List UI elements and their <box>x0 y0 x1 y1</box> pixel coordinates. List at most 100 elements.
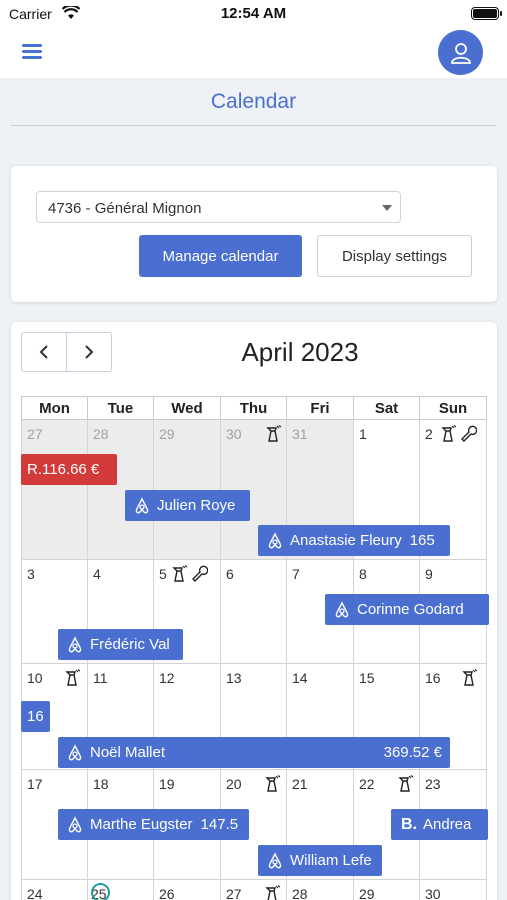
cell-task-icons <box>171 564 209 588</box>
event-amount: 369.52 € <box>383 744 442 761</box>
day-number: 14 <box>292 670 308 686</box>
cleaning-icon[interactable] <box>171 564 188 588</box>
calendar-grid: Mon Tue Wed Thu Fri Sat Sun 27 28 29 30 31 1 2 3 4 5 6 7 8 9… <box>21 396 489 900</box>
cleaning-icon[interactable] <box>64 668 81 692</box>
maintenance-icon[interactable] <box>190 564 209 588</box>
airbnb-icon <box>66 815 84 834</box>
day-number: 27 <box>27 426 43 442</box>
day-number: 22 <box>359 776 375 792</box>
day-number: 6 <box>226 566 234 582</box>
event-amount: 165 <box>409 532 435 549</box>
booking-event[interactable]: Frédéric Val <box>58 629 183 660</box>
cell-task-icons <box>265 424 282 448</box>
hamburger-menu-icon[interactable] <box>20 42 44 62</box>
booking-event[interactable]: William Lefe <box>258 845 382 876</box>
day-number: 4 <box>93 566 101 582</box>
day-number: 17 <box>27 776 43 792</box>
day-number: 28 <box>292 886 308 900</box>
weekday-header-sat: Sat <box>354 396 420 420</box>
day-number: 15 <box>359 670 375 686</box>
day-number: 24 <box>27 886 43 900</box>
cell-task-icons <box>64 668 81 692</box>
airbnb-icon <box>66 743 84 762</box>
display-settings-button[interactable]: Display settings <box>317 235 472 277</box>
booking-event[interactable]: Anastasie Fleury 165 <box>258 525 450 556</box>
day-number: 1 <box>359 426 367 442</box>
weekday-header-mon: Mon <box>21 396 88 420</box>
day-number: 18 <box>93 776 109 792</box>
day-number: 30 <box>425 886 441 900</box>
day-cell[interactable]: 28 <box>287 880 354 900</box>
chevron-left-icon <box>39 345 48 359</box>
day-number: 31 <box>292 426 308 442</box>
day-number: 7 <box>292 566 300 582</box>
day-cell[interactable]: 6 <box>221 560 287 664</box>
event-guest-name: R.116.66 € <box>27 461 100 478</box>
day-cell[interactable]: 24 <box>21 880 88 900</box>
today-indicator <box>91 883 110 900</box>
cleaning-icon[interactable] <box>264 774 281 798</box>
day-cell[interactable]: 29 <box>354 880 420 900</box>
prev-month-button[interactable] <box>21 332 67 372</box>
event-guest-name: William Lefe <box>290 852 372 869</box>
event-guest-name: Corinne Godard <box>357 601 464 618</box>
day-cell[interactable]: 27 <box>221 880 287 900</box>
day-number: 12 <box>159 670 175 686</box>
booking-event[interactable]: Julien Roye <box>125 490 250 521</box>
booking-event[interactable]: Corinne Godard <box>325 594 489 625</box>
day-number: 11 <box>93 670 108 686</box>
day-cell[interactable]: 25 <box>88 880 154 900</box>
day-number: 5 <box>159 566 167 582</box>
day-number: 29 <box>159 426 175 442</box>
day-number: 2 <box>425 426 433 442</box>
event-guest-name: Anastasie Fleury <box>290 532 402 549</box>
day-number: 23 <box>425 776 441 792</box>
event-guest-name: Andrea <box>423 816 472 833</box>
cleaning-icon[interactable] <box>397 774 414 798</box>
airbnb-icon <box>266 851 284 870</box>
day-number: 19 <box>159 776 175 792</box>
day-number: 28 <box>93 426 109 442</box>
status-time: 12:54 AM <box>220 5 287 22</box>
cell-task-icons <box>397 774 414 798</box>
property-select[interactable]: 4736 - Général Mignon <box>36 191 401 223</box>
booking-event[interactable]: B. Andrea <box>391 809 488 840</box>
cleaning-icon[interactable] <box>440 424 457 448</box>
day-number: 3 <box>27 566 35 582</box>
day-number: 8 <box>359 566 367 582</box>
day-cell[interactable]: 27 <box>21 420 88 560</box>
airbnb-icon <box>66 635 84 654</box>
page-title: Calendar <box>210 90 297 113</box>
airbnb-icon <box>266 531 284 550</box>
user-icon <box>450 42 471 64</box>
cell-task-icons <box>440 424 478 448</box>
booking-event[interactable]: R.116.66 € <box>21 454 117 485</box>
day-number: 10 <box>27 670 43 686</box>
cell-task-icons <box>264 884 281 900</box>
maintenance-icon[interactable] <box>459 424 478 448</box>
booking-event[interactable]: Noël Mallet 369.52 € <box>58 737 450 768</box>
day-cell[interactable]: 30 <box>420 880 487 900</box>
property-select-value: 4736 - Général Mignon <box>48 200 202 217</box>
day-number: 13 <box>226 670 242 686</box>
user-avatar-button[interactable] <box>438 30 483 75</box>
day-number: 30 <box>226 426 242 442</box>
cleaning-icon[interactable] <box>461 668 478 692</box>
cleaning-icon[interactable] <box>265 424 282 448</box>
next-month-button[interactable] <box>66 332 112 372</box>
day-cell[interactable]: 26 <box>154 880 221 900</box>
airbnb-icon <box>333 600 351 619</box>
booking-event[interactable]: 16 <box>21 701 50 732</box>
chevron-right-icon <box>85 345 94 359</box>
manage-calendar-button[interactable]: Manage calendar <box>139 235 302 277</box>
controls-card: 4736 - Général Mignon Manage calendar Di… <box>11 166 497 302</box>
cleaning-icon[interactable] <box>264 884 281 900</box>
battery-icon <box>471 7 502 20</box>
event-guest-name: Noël Mallet <box>90 744 166 761</box>
status-bar: Carrier 12:54 AM <box>0 0 507 28</box>
title-divider <box>11 125 496 126</box>
booking-event[interactable]: Marthe Eugster 147.5 <box>58 809 249 840</box>
booking-logo-icon: B. <box>401 815 417 833</box>
airbnb-icon <box>133 496 151 515</box>
caret-down-icon <box>382 205 392 211</box>
